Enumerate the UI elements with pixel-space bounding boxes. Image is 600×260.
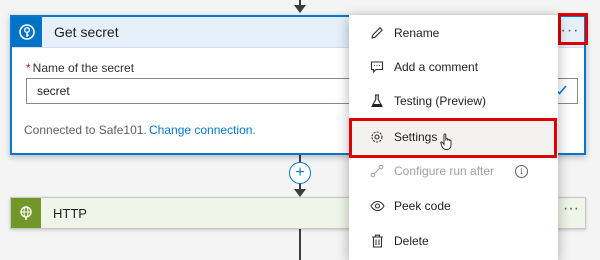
comment-icon [369,59,385,75]
change-connection-link[interactable]: Change connection. [149,123,256,137]
http-globe-icon [11,198,41,228]
top-arrowhead [294,5,306,13]
run-after-icon [369,163,385,179]
settings-highlight [349,118,557,158]
menu-item-peek-code[interactable]: Peek code [349,189,558,223]
secret-name-value: secret [37,84,70,98]
menu-item-add-comment[interactable]: Add a comment [349,50,558,84]
connection-status-text: Connected to Safe101. [24,123,147,137]
eye-icon [369,198,385,214]
menu-item-label: Configure run after [394,164,495,178]
http-more-button[interactable]: ··· [563,200,579,218]
http-title[interactable]: HTTP [53,206,87,221]
menu-item-label: Peek code [394,199,451,213]
menu-item-label: Rename [394,26,440,40]
info-icon[interactable]: i [515,165,528,178]
add-step-button[interactable]: + [289,162,311,184]
flask-icon [369,93,385,109]
key-vault-icon [12,17,42,47]
menu-item-label: Delete [394,234,429,248]
secret-name-label: * Name of the secret [26,61,134,75]
menu-item-label: Testing (Preview) [394,94,487,108]
trash-icon [369,233,385,249]
menu-item-label: Add a comment [394,60,479,74]
menu-item-delete[interactable]: Delete [349,224,558,258]
middle-arrowhead [294,189,306,197]
bottom-connector [299,229,301,260]
pencil-icon [369,25,385,41]
more-button-highlight [558,13,588,45]
menu-item-configure-run-after[interactable]: Configure run after i [349,154,558,188]
get-secret-title[interactable]: Get secret [54,24,119,40]
secret-name-label-text: Name of the secret [32,61,135,75]
menu-item-rename[interactable]: Rename [349,16,558,50]
menu-item-testing[interactable]: Testing (Preview) [349,84,558,118]
required-mark: * [26,61,31,75]
